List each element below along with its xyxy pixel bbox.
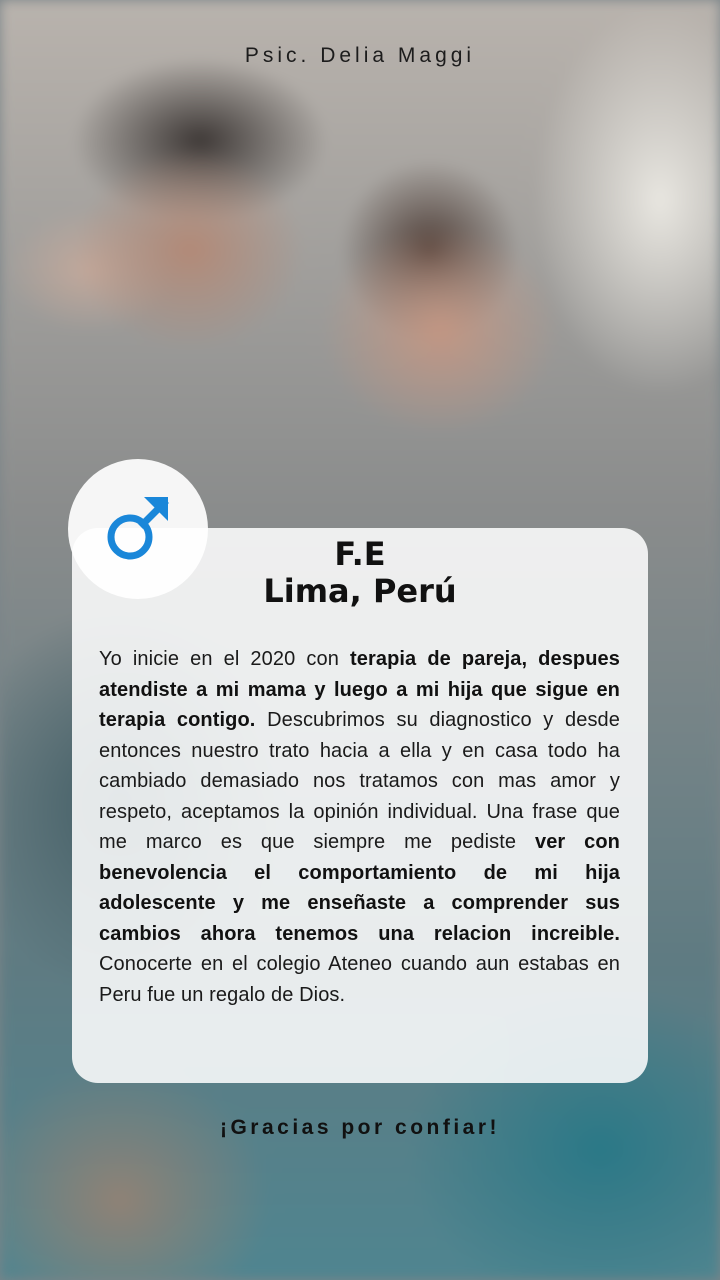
client-location: Lima, Perú: [263, 572, 457, 610]
testimonial-text: Yo inicie en el 2020 con terapia de pare…: [99, 644, 620, 1010]
client-heading: F.E Lima, Perú: [72, 536, 648, 610]
thanks-message: ¡Gracias por confiar!: [219, 1116, 501, 1139]
testimonial-segment: Conocerte en el colegio Ateneo cuando au…: [99, 953, 620, 1006]
testimonial-segment: Yo inicie en el 2020 con: [99, 648, 350, 670]
client-initials: F.E: [334, 535, 386, 573]
author-name: Psic. Delia Maggi: [244, 44, 476, 67]
